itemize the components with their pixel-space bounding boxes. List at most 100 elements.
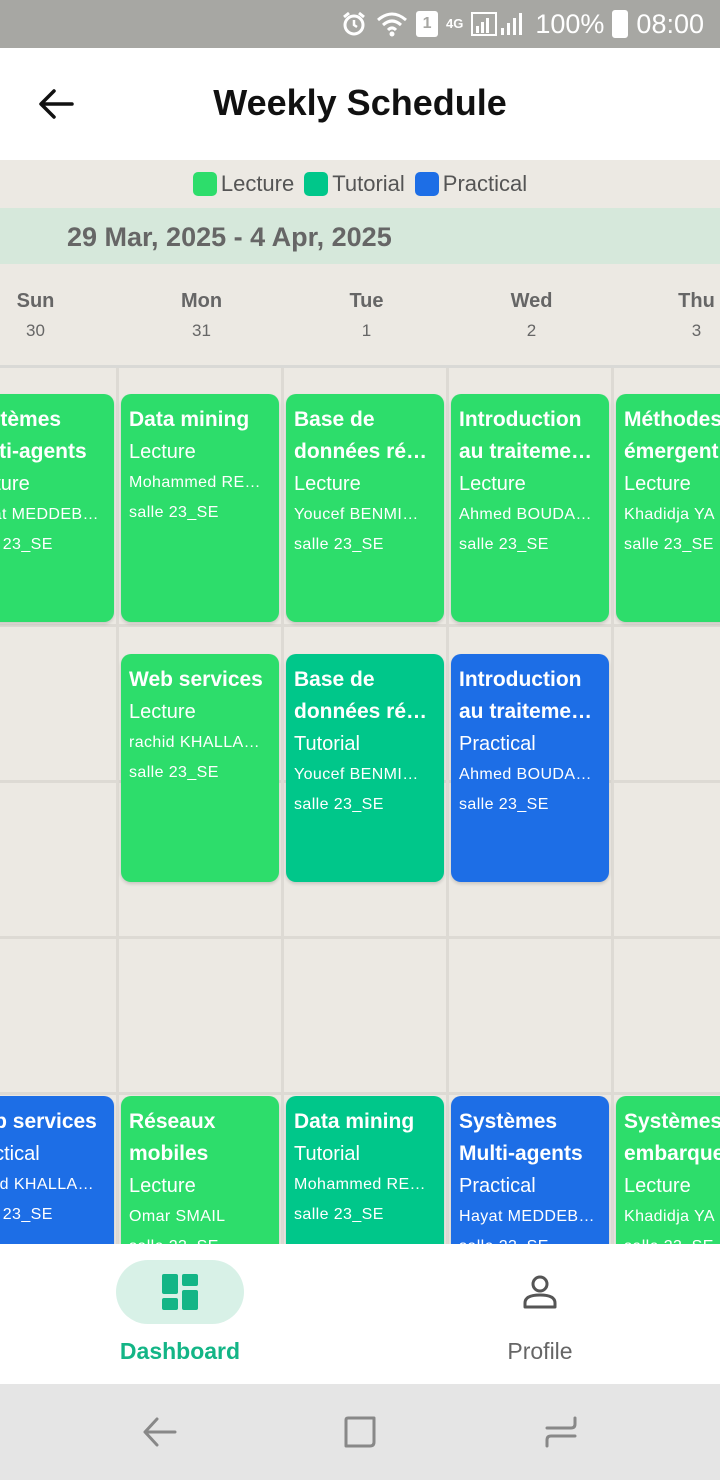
session-type: Lecture <box>129 701 196 723</box>
nav-label: Dashboard <box>119 1338 241 1364</box>
nav-dashboard[interactable]: Dashboard <box>0 1260 360 1365</box>
session-title: Web services <box>129 668 263 691</box>
session-type: Lecture <box>294 473 361 495</box>
legend-tutorial: Tutorial <box>304 171 405 197</box>
day-name: Sun <box>16 290 55 312</box>
practical-swatch <box>414 172 439 196</box>
system-navigation-bar <box>0 1384 720 1480</box>
session-room: salle 23_SE <box>0 1206 53 1223</box>
session-type: Lecture <box>129 441 196 463</box>
session-room: salle 23_SE <box>129 764 219 781</box>
day-header-sun: Sun 30 <box>0 290 118 341</box>
session-card[interactable]: Web services Lecture rachid KHALLA… sall… <box>121 654 279 882</box>
grid-line <box>116 368 119 1244</box>
session-teacher: Omar SMAIL <box>129 1208 226 1225</box>
battery-percent: 100% <box>535 8 605 39</box>
legend-practical: Practical <box>414 171 528 197</box>
legend: Lecture Tutorial Practical <box>0 160 720 208</box>
session-card[interactable]: Base de données ré… Lecture Youcef BENMI… <box>286 394 444 622</box>
session-card[interactable]: Web services Practical rachid KHALLA… sa… <box>0 1096 114 1244</box>
session-card[interactable]: Réseaux mobiles Lecture Omar SMAIL salle… <box>121 1096 279 1244</box>
battery-icon <box>612 10 629 38</box>
day-number: 3 <box>691 321 702 340</box>
session-type: Lecture <box>129 1175 196 1197</box>
session-card[interactable]: Data mining Tutorial Mohammed RE… salle … <box>286 1096 444 1244</box>
page-title: Weekly Schedule <box>213 82 507 123</box>
alarm-icon <box>340 10 368 38</box>
session-card[interactable]: Introduction au traiteme… Practical Ahme… <box>451 654 609 882</box>
session-title: Réseaux mobiles <box>129 1110 216 1165</box>
session-room: salle 23_SE <box>294 796 384 813</box>
tutorial-swatch <box>304 172 329 196</box>
session-teacher: Youcef BENMI… <box>294 766 419 783</box>
day-number: 1 <box>361 321 372 340</box>
session-title: Systèmes embarque <box>624 1110 720 1165</box>
session-card[interactable]: Systèmes Multi-agents Practical Hayat ME… <box>451 1096 609 1244</box>
day-name: Wed <box>510 290 553 312</box>
sim-icon: 1 <box>416 11 439 37</box>
session-type: Lecture <box>0 473 30 495</box>
day-number: 30 <box>26 321 45 340</box>
grid-line <box>0 1092 720 1095</box>
session-title: Introduction au traiteme… <box>459 408 593 463</box>
session-card[interactable]: Introduction au traiteme… Lecture Ahmed … <box>451 394 609 622</box>
clock: 08:00 <box>636 8 704 39</box>
day-header-thu: Thu 3 <box>614 290 720 341</box>
legend-label: Practical <box>442 171 528 196</box>
legend-label: Tutorial <box>332 171 405 196</box>
system-home-button[interactable] <box>340 1412 380 1452</box>
person-icon <box>523 1275 557 1309</box>
session-room: salle 23_SE <box>624 1232 720 1244</box>
system-recents-button[interactable] <box>541 1412 581 1452</box>
session-room: salle 23_SE <box>459 536 549 553</box>
session-teacher: Youcef BENMI… <box>294 506 419 523</box>
day-number: 2 <box>526 321 537 340</box>
session-card[interactable]: Base de données ré… Tutorial Youcef BENM… <box>286 654 444 882</box>
grid-line <box>0 936 720 939</box>
date-range-bar: 29 Mar, 2025 - 4 Apr, 2025 <box>0 208 720 264</box>
session-type: Lecture <box>624 473 691 495</box>
session-teacher: Mohammed RE… <box>129 474 261 491</box>
nav-indicator <box>476 1260 604 1324</box>
session-room: salle 23_SE <box>624 536 714 553</box>
grid-line <box>611 368 614 1244</box>
session-card[interactable]: Data mining Lecture Mohammed RE… salle 2… <box>121 394 279 622</box>
grid-line <box>0 624 720 627</box>
status-icons: 1 4G 100% 08:00 <box>340 8 704 40</box>
session-card[interactable]: Systèmes embarque Lecture Khadidja YA sa… <box>616 1096 720 1244</box>
session-room: salle 23_SE <box>294 1206 384 1223</box>
schedule-grid[interactable]: Systèmes Multi-agents Lecture Hayat MEDD… <box>0 368 720 1244</box>
session-room: salle 23_SE <box>459 796 549 813</box>
session-room: salle 23_SE <box>294 536 384 553</box>
session-teacher: rachid KHALLA… <box>0 1176 94 1193</box>
nav-indicator <box>116 1260 244 1324</box>
session-card[interactable]: Systèmes Multi-agents Lecture Hayat MEDD… <box>0 394 114 622</box>
session-teacher: Hayat MEDDEB… <box>0 506 99 523</box>
day-number: 31 <box>192 321 211 340</box>
nav-label: Profile <box>507 1338 573 1364</box>
session-type: Practical <box>459 733 536 755</box>
network-type-icon: 4G <box>446 16 464 31</box>
session-teacher: Hayat MEDDEB… <box>459 1208 595 1225</box>
session-card[interactable]: Méthodes émergent Lecture Khadidja YA sa… <box>616 394 720 622</box>
app-bar: Weekly Schedule <box>0 48 720 160</box>
system-back-button[interactable] <box>139 1412 179 1452</box>
legend-lecture: Lecture <box>192 171 295 197</box>
grid-line <box>446 368 449 1244</box>
session-type: Lecture <box>459 473 526 495</box>
session-title: Base de données ré… <box>294 668 428 723</box>
session-teacher: Ahmed BOUDA… <box>459 506 592 523</box>
session-title: Web services <box>0 1110 97 1133</box>
session-room: salle 23_SE <box>129 1232 271 1244</box>
day-name: Mon <box>180 290 223 312</box>
lecture-swatch <box>192 172 217 196</box>
session-room: salle 23_SE <box>129 504 219 521</box>
dashboard-icon <box>162 1274 198 1310</box>
recents-square-icon <box>344 1416 376 1448</box>
session-teacher: rachid KHALLA… <box>129 734 260 751</box>
signal-icon <box>471 10 527 38</box>
session-type: Tutorial <box>294 733 360 755</box>
nav-profile[interactable]: Profile <box>360 1260 720 1365</box>
session-title: Data mining <box>129 408 250 431</box>
legend-label: Lecture <box>220 171 295 196</box>
